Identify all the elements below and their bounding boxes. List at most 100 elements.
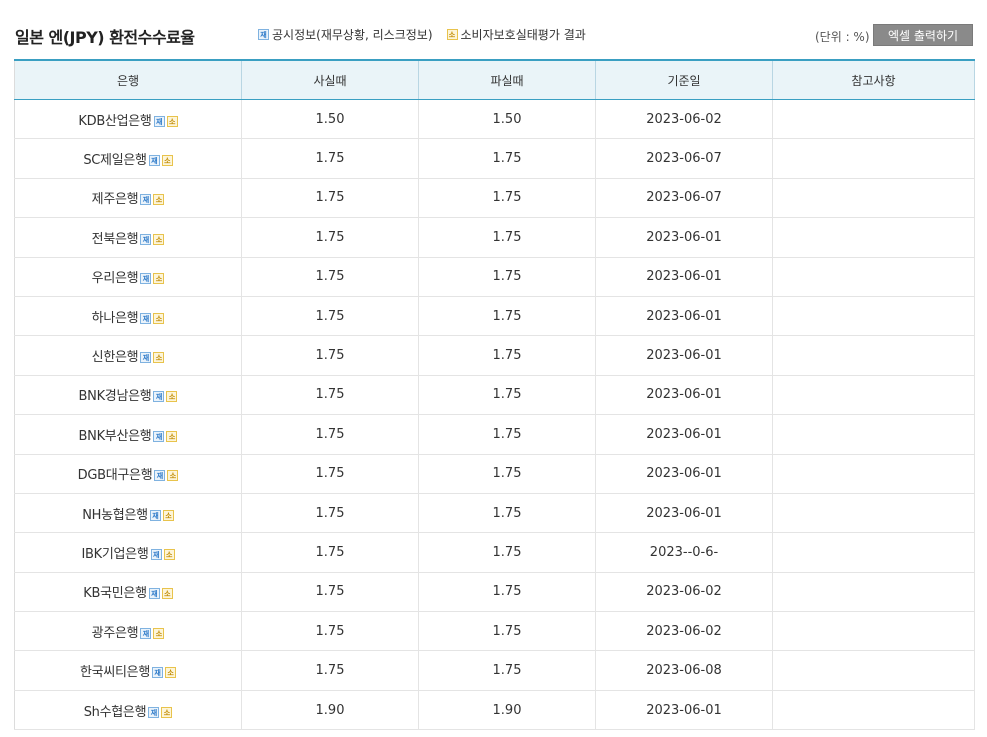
buy-rate-cell: 1.75 (241, 335, 419, 376)
note-cell (772, 335, 975, 376)
consumer-badge-icon[interactable]: 소 (166, 115, 178, 127)
base-date-cell: 2023-06-01 (595, 256, 773, 297)
consumer-badge-icon[interactable]: 소 (153, 352, 165, 364)
disclosure-badge-icon[interactable]: 재 (148, 155, 160, 167)
consumer-badge-icon[interactable]: 소 (167, 470, 179, 482)
bank-name[interactable]: 우리은행 (92, 271, 139, 286)
disclosure-badge-icon[interactable]: 재 (140, 233, 152, 245)
bank-cell: 신한은행 재 소 (14, 335, 242, 376)
note-cell (772, 295, 975, 337)
excel-export-button[interactable]: 엑셀 출력하기 (873, 24, 973, 46)
column-header-sell: 파실때 (418, 59, 596, 100)
disclosure-badge-icon[interactable]: 재 (153, 391, 165, 403)
consumer-badge-icon[interactable]: 소 (163, 548, 175, 560)
bank-cell: 전북은행 재 소 (14, 217, 242, 258)
legend-item-consumer[interactable]: 소 소비자보호실태평가 결과 (446, 26, 586, 43)
page-header: 일본 엔(JPY) 환전수수료율 재 공시정보(재무상황, 리스크정보) 소 소… (0, 0, 987, 60)
disclosure-badge-icon[interactable]: 재 (153, 430, 165, 442)
disclosure-badge-icon[interactable]: 재 (148, 588, 160, 600)
sell-rate-cell: 1.75 (418, 492, 596, 534)
consumer-badge-icon[interactable]: 소 (162, 509, 174, 521)
note-cell (772, 611, 975, 652)
consumer-badge-icon[interactable]: 소 (166, 391, 178, 403)
disclosure-badge-icon[interactable]: 재 (140, 194, 152, 206)
base-date-cell: 2023-06-01 (595, 335, 773, 376)
buy-rate-cell: 1.75 (241, 650, 419, 691)
consumer-badge-icon[interactable]: 소 (166, 430, 178, 442)
table-row: KDB산업은행 재 소 1.50 1.50 2023-06-02 (14, 98, 975, 140)
bank-cell: SC제일은행 재 소 (14, 138, 242, 179)
bank-name[interactable]: 제주은행 (92, 192, 139, 207)
table-row: NH농협은행 재 소 1.75 1.75 2023-06-01 (14, 492, 975, 534)
disclosure-badge-icon[interactable]: 재 (153, 115, 165, 127)
bank-name[interactable]: 전북은행 (92, 232, 139, 247)
consumer-badge-icon[interactable]: 소 (153, 233, 165, 245)
consumer-badge-icon[interactable]: 소 (153, 627, 165, 639)
disclosure-badge-icon[interactable]: 재 (149, 509, 161, 521)
note-cell (772, 532, 975, 573)
consumer-badge-icon[interactable]: 소 (153, 273, 165, 285)
note-cell (772, 217, 975, 258)
bank-cell: DGB대구은행 재 소 (14, 453, 242, 494)
bank-cell: NH농협은행 재 소 (14, 492, 242, 534)
buy-rate-cell: 1.50 (241, 98, 419, 140)
disclosure-badge-icon[interactable]: 재 (140, 312, 152, 324)
note-cell (772, 138, 975, 179)
sell-rate-cell: 1.50 (418, 98, 596, 140)
bank-name[interactable]: BNK부산은행 (79, 429, 152, 444)
bank-name[interactable]: NH농협은행 (82, 508, 148, 523)
disclosure-badge-icon[interactable]: 재 (140, 273, 152, 285)
bank-name[interactable]: KB국민은행 (83, 586, 147, 601)
bank-name[interactable]: Sh수협은행 (84, 705, 147, 720)
buy-rate-cell: 1.75 (241, 453, 419, 494)
consumer-badge-icon[interactable]: 소 (153, 194, 165, 206)
base-date-cell: 2023-06-01 (595, 374, 773, 416)
bank-name[interactable]: 한국씨티은행 (80, 665, 150, 680)
consumer-badge-icon[interactable]: 소 (164, 667, 176, 679)
buy-rate-cell: 1.75 (241, 217, 419, 258)
consumer-badge-icon: 소 (446, 29, 458, 40)
disclosure-badge-icon[interactable]: 재 (150, 548, 162, 560)
buy-rate-cell: 1.75 (241, 374, 419, 416)
bank-name[interactable]: IBK기업은행 (81, 547, 148, 562)
table-header-row: 은행 사실때 파실때 기준일 참고사항 (14, 59, 975, 100)
bank-cell: KDB산업은행 재 소 (14, 98, 242, 140)
disclosure-badge-icon[interactable]: 재 (148, 706, 160, 718)
sell-rate-cell: 1.75 (418, 650, 596, 691)
legend-item-disclosure[interactable]: 재 공시정보(재무상황, 리스크정보) (258, 26, 433, 43)
buy-rate-cell: 1.75 (241, 571, 419, 613)
buy-rate-cell: 1.75 (241, 414, 419, 455)
base-date-cell: 2023-06-02 (595, 98, 773, 140)
table-row: Sh수협은행 재 소 1.90 1.90 2023-06-01 (14, 689, 975, 731)
sell-rate-cell: 1.75 (418, 138, 596, 179)
base-date-cell: 2023-06-07 (595, 138, 773, 179)
bank-name[interactable]: 광주은행 (92, 626, 139, 641)
table-row: SC제일은행 재 소 1.75 1.75 2023-06-07 (14, 138, 975, 179)
bank-name[interactable]: DGB대구은행 (78, 468, 153, 483)
legend-label-consumer: 소비자보호실태평가 결과 (460, 28, 586, 42)
table-row: 신한은행 재 소 1.75 1.75 2023-06-01 (14, 335, 975, 376)
legend-label-disclosure: 공시정보(재무상황, 리스크정보) (272, 28, 433, 42)
consumer-badge-icon[interactable]: 소 (161, 155, 173, 167)
disclosure-badge-icon[interactable]: 재 (154, 470, 166, 482)
bank-cell: 광주은행 재 소 (14, 611, 242, 652)
bank-name[interactable]: 하나은행 (92, 311, 139, 326)
bank-cell: 우리은행 재 소 (14, 256, 242, 297)
bank-name[interactable]: KDB산업은행 (78, 114, 152, 129)
base-date-cell: 2023-06-01 (595, 414, 773, 455)
sell-rate-cell: 1.75 (418, 414, 596, 455)
base-date-cell: 2023-06-02 (595, 611, 773, 652)
sell-rate-cell: 1.75 (418, 453, 596, 494)
bank-name[interactable]: 신한은행 (92, 350, 139, 365)
base-date-cell: 2023-06-01 (595, 453, 773, 494)
bank-name[interactable]: BNK경남은행 (79, 389, 152, 404)
note-cell (772, 414, 975, 455)
bank-cell: BNK경남은행 재 소 (14, 374, 242, 416)
disclosure-badge-icon[interactable]: 재 (140, 352, 152, 364)
disclosure-badge-icon[interactable]: 재 (151, 667, 163, 679)
bank-name[interactable]: SC제일은행 (83, 153, 147, 168)
disclosure-badge-icon[interactable]: 재 (140, 627, 152, 639)
consumer-badge-icon[interactable]: 소 (161, 706, 173, 718)
consumer-badge-icon[interactable]: 소 (153, 312, 165, 324)
consumer-badge-icon[interactable]: 소 (161, 588, 173, 600)
